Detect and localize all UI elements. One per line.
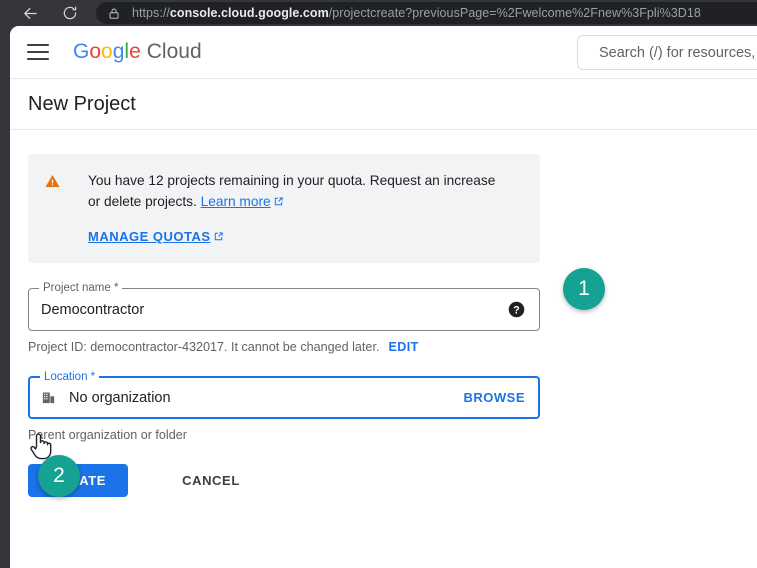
quota-notice: You have 12 projects remaining in your q… — [28, 154, 540, 263]
google-cloud-logo[interactable]: Google Cloud — [73, 40, 202, 64]
annotation-badge-1-number: 1 — [578, 277, 590, 300]
back-arrow-icon[interactable] — [16, 0, 44, 26]
project-id-text: Project ID: democontractor-432017. It ca… — [28, 340, 380, 354]
page-viewport: Google Cloud Search (/) for resources, Ne… — [10, 26, 757, 568]
search-placeholder: Search (/) for resources, — [599, 44, 756, 61]
manage-quotas-link[interactable]: MANAGE QUOTAS — [88, 229, 211, 244]
screen: https://console.cloud.google.com/project… — [0, 0, 757, 568]
logo-letter-o1: o — [89, 40, 102, 63]
logo-letter-o2: o — [101, 40, 113, 63]
page-title: New Project — [28, 92, 136, 115]
search-input[interactable]: Search (/) for resources, — [577, 35, 757, 70]
main-content: You have 12 projects remaining in your q… — [10, 130, 757, 497]
cloud-console-header: Google Cloud Search (/) for resources, — [10, 26, 757, 79]
annotation-badge-2: 2 — [38, 455, 80, 497]
logo-letter-g1: G — [73, 40, 90, 63]
browser-toolbar: https://console.cloud.google.com/project… — [0, 0, 757, 26]
annotation-badge-1: 1 — [563, 268, 605, 310]
reload-icon[interactable] — [56, 0, 84, 26]
location-field[interactable]: Location * No organization BROWSE — [28, 371, 540, 419]
help-circle-icon[interactable]: ? — [507, 301, 525, 319]
project-name-value: Democontractor — [41, 301, 145, 318]
project-name-label: Project name * — [39, 282, 123, 294]
location-value: No organization — [69, 389, 171, 406]
project-id-helper: Project ID: democontractor-432017. It ca… — [28, 340, 757, 354]
edit-project-id-link[interactable]: EDIT — [388, 340, 418, 354]
project-name-field[interactable]: Project name * Democontractor ? — [28, 282, 540, 331]
logo-suffix-cloud: Cloud — [146, 40, 202, 63]
location-helper: Parent organization or folder — [28, 428, 187, 442]
url-text: https://console.cloud.google.com/project… — [132, 6, 701, 20]
quota-notice-text: You have 12 projects remaining in your q… — [88, 170, 508, 213]
address-bar[interactable]: https://console.cloud.google.com/project… — [96, 2, 757, 24]
svg-text:?: ? — [513, 304, 519, 316]
logo-letter-g2: g — [112, 40, 125, 63]
cancel-button[interactable]: CANCEL — [166, 464, 256, 497]
url-scheme: https:// — [132, 6, 170, 20]
annotation-badge-2-number: 2 — [53, 464, 65, 487]
lock-icon — [108, 7, 120, 20]
url-path: /projectcreate?previousPage=%2Fwelcome%2… — [328, 6, 701, 20]
location-group: Location * No organization BROWSE Parent… — [28, 371, 757, 442]
quota-notice-body: You have 12 projects remaining in your q… — [88, 170, 508, 247]
location-label: Location * — [40, 371, 100, 383]
url-host: console.cloud.google.com — [169, 6, 329, 20]
quota-notice-message: You have 12 projects remaining in your q… — [88, 173, 496, 209]
logo-letter-e1: e — [129, 40, 141, 63]
form-actions: CREATE CANCEL — [28, 464, 757, 497]
learn-more-link[interactable]: Learn more — [201, 194, 271, 209]
warning-triangle-icon — [44, 173, 64, 247]
external-link-icon — [273, 192, 284, 213]
organization-building-icon — [41, 390, 59, 405]
project-name-group: Project name * Democontractor ? Project … — [28, 282, 757, 354]
hamburger-menu-icon[interactable] — [27, 44, 49, 60]
browse-button[interactable]: BROWSE — [464, 390, 526, 405]
external-link-icon-2 — [213, 229, 224, 247]
page-title-bar: New Project — [10, 79, 757, 130]
